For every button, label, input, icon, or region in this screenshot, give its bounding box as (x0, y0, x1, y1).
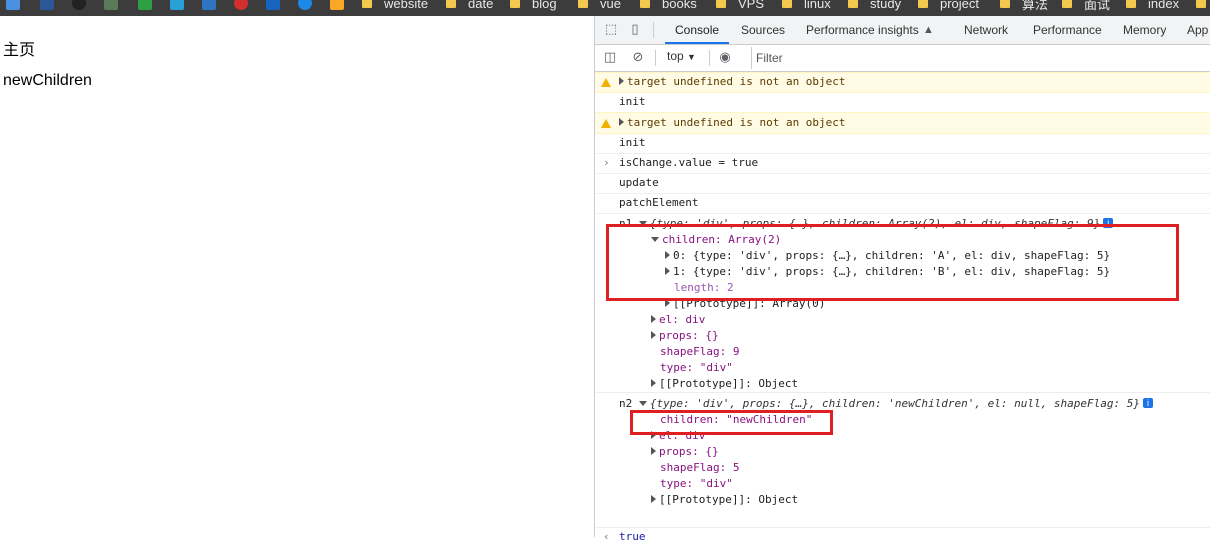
bookmark-icon[interactable] (138, 0, 152, 10)
folder-icon (446, 0, 456, 8)
devtools-tabbar: ⬚ ▯ Console Sources Performance insights… (595, 16, 1210, 45)
bookmark-folder-vue[interactable]: vue (578, 0, 621, 12)
console-log: update (595, 174, 1210, 194)
expand-arrow-icon (619, 77, 624, 85)
tab-application[interactable]: App (1187, 16, 1208, 44)
expand-arrow-icon (651, 447, 656, 455)
console-result: ‹ true (603, 530, 646, 543)
info-icon: i (1142, 398, 1153, 408)
console-log: init (595, 134, 1210, 154)
github-icon[interactable] (72, 0, 86, 10)
tab-performance-insights[interactable]: Performance insights (806, 16, 919, 44)
inspect-element-icon[interactable]: ⬚ (604, 22, 618, 36)
bookmark-folder-algorithm[interactable]: 算法 (1000, 0, 1048, 12)
bookmark-icon[interactable] (170, 0, 184, 10)
bookmark-folder-study[interactable]: study (848, 0, 901, 12)
prop-shapeflag: shapeFlag: 9 (660, 345, 740, 358)
prop-type: type: "div" (660, 477, 733, 490)
filter-input[interactable] (751, 47, 1210, 69)
prop-el[interactable]: el: div (651, 312, 705, 328)
bookmark-folder-linux[interactable]: linux (782, 0, 831, 12)
clear-console-icon[interactable]: ⊘ (631, 50, 645, 64)
bookmark-icon[interactable] (298, 0, 312, 10)
object-prototype[interactable]: [[Prototype]]: Object (651, 492, 798, 508)
console-log: init (595, 93, 1210, 113)
device-toolbar-icon[interactable]: ▯ (628, 22, 642, 36)
folder-icon (640, 0, 650, 8)
folder-icon (848, 0, 858, 8)
folder-icon (782, 0, 792, 8)
context-selector[interactable]: top ▼ (667, 49, 696, 63)
folder-icon (1000, 0, 1010, 8)
bookmark-folder-interview[interactable]: 面试 (1062, 0, 1110, 12)
divider (709, 50, 710, 66)
bookmark-folder-project[interactable]: project (918, 0, 979, 12)
annotation-box-n1-children (606, 224, 1179, 301)
folder-icon (578, 0, 588, 8)
prop-type: type: "div" (660, 361, 733, 374)
console-output: target undefined is not an object init t… (595, 72, 1210, 543)
prop-props[interactable]: props: {} (651, 444, 719, 460)
tab-console[interactable]: Console (665, 16, 730, 44)
page-content-text: newChildren (3, 72, 92, 89)
js-icon[interactable] (202, 0, 216, 10)
tab-memory[interactable]: Memory (1123, 16, 1166, 44)
folder-icon (1126, 0, 1136, 8)
bookmark-folder-index[interactable]: index (1126, 0, 1179, 12)
sidebar-toggle-icon[interactable]: ◫ (603, 50, 617, 64)
expand-arrow-icon (651, 315, 656, 323)
tab-performance[interactable]: Performance (1033, 16, 1102, 44)
bookmark-icon[interactable] (266, 0, 280, 10)
folder-icon (510, 0, 520, 8)
console-input-echo: › isChange.value = true (595, 154, 1210, 174)
expand-warning[interactable]: target undefined is not an object (619, 74, 846, 90)
eye-icon[interactable]: ◉ (718, 50, 732, 64)
folder-icon (918, 0, 928, 8)
collapse-arrow-icon (638, 401, 647, 406)
folder-icon (1062, 0, 1072, 8)
folder-icon (362, 0, 372, 8)
console-warning: target undefined is not an object (595, 112, 1210, 134)
expand-arrow-icon (651, 495, 656, 503)
bookmark-icon[interactable] (330, 0, 344, 10)
expand-warning[interactable]: target undefined is not an object (619, 115, 846, 131)
bookmark-folder-website[interactable]: website (362, 0, 428, 12)
prop-props[interactable]: props: {} (651, 328, 719, 344)
expand-arrow-icon (651, 379, 656, 387)
bookmark-icon[interactable] (234, 0, 248, 10)
annotation-box-n2-children (630, 410, 833, 435)
prop-shapeflag: shapeFlag: 5 (660, 461, 740, 474)
folder-icon (1196, 0, 1206, 8)
console-warning: target undefined is not an object (595, 72, 1210, 93)
tab-sources[interactable]: Sources (741, 16, 785, 44)
divider (653, 22, 654, 38)
divider (655, 50, 656, 66)
bookmark-folder-books[interactable]: books (640, 0, 697, 12)
input-prompt-icon: › (603, 156, 610, 169)
console-log: patchElement (595, 194, 1210, 214)
page-viewport: 主页 newChildren (0, 16, 594, 537)
page-home-text: 主页 (3, 42, 36, 59)
bookmark-folder-more[interactable] (1196, 0, 1210, 12)
console-toolbar: ◫ ⊘ top ▼ ◉ (595, 45, 1210, 72)
bookmark-folder-vps[interactable]: VPS (716, 0, 764, 12)
dropdown-arrow-icon: ▼ (687, 52, 696, 62)
expand-arrow-icon (619, 118, 624, 126)
bookmark-icon[interactable] (104, 0, 118, 10)
warning-icon (601, 78, 611, 87)
bookmark-icon[interactable] (40, 0, 54, 10)
tab-network[interactable]: Network (964, 16, 1008, 44)
bookmark-folder-blog[interactable]: blog (510, 0, 557, 12)
experiment-flask-icon: ▲ (923, 24, 934, 36)
expand-arrow-icon (651, 331, 656, 339)
warning-icon (601, 119, 611, 128)
google-icon[interactable] (6, 0, 20, 10)
bookmark-folder-date[interactable]: date (446, 0, 493, 12)
object-prototype[interactable]: [[Prototype]]: Object (651, 376, 798, 392)
folder-icon (716, 0, 726, 8)
bookmarks-bar: website date blog vue books VPS linux st… (0, 0, 1210, 16)
